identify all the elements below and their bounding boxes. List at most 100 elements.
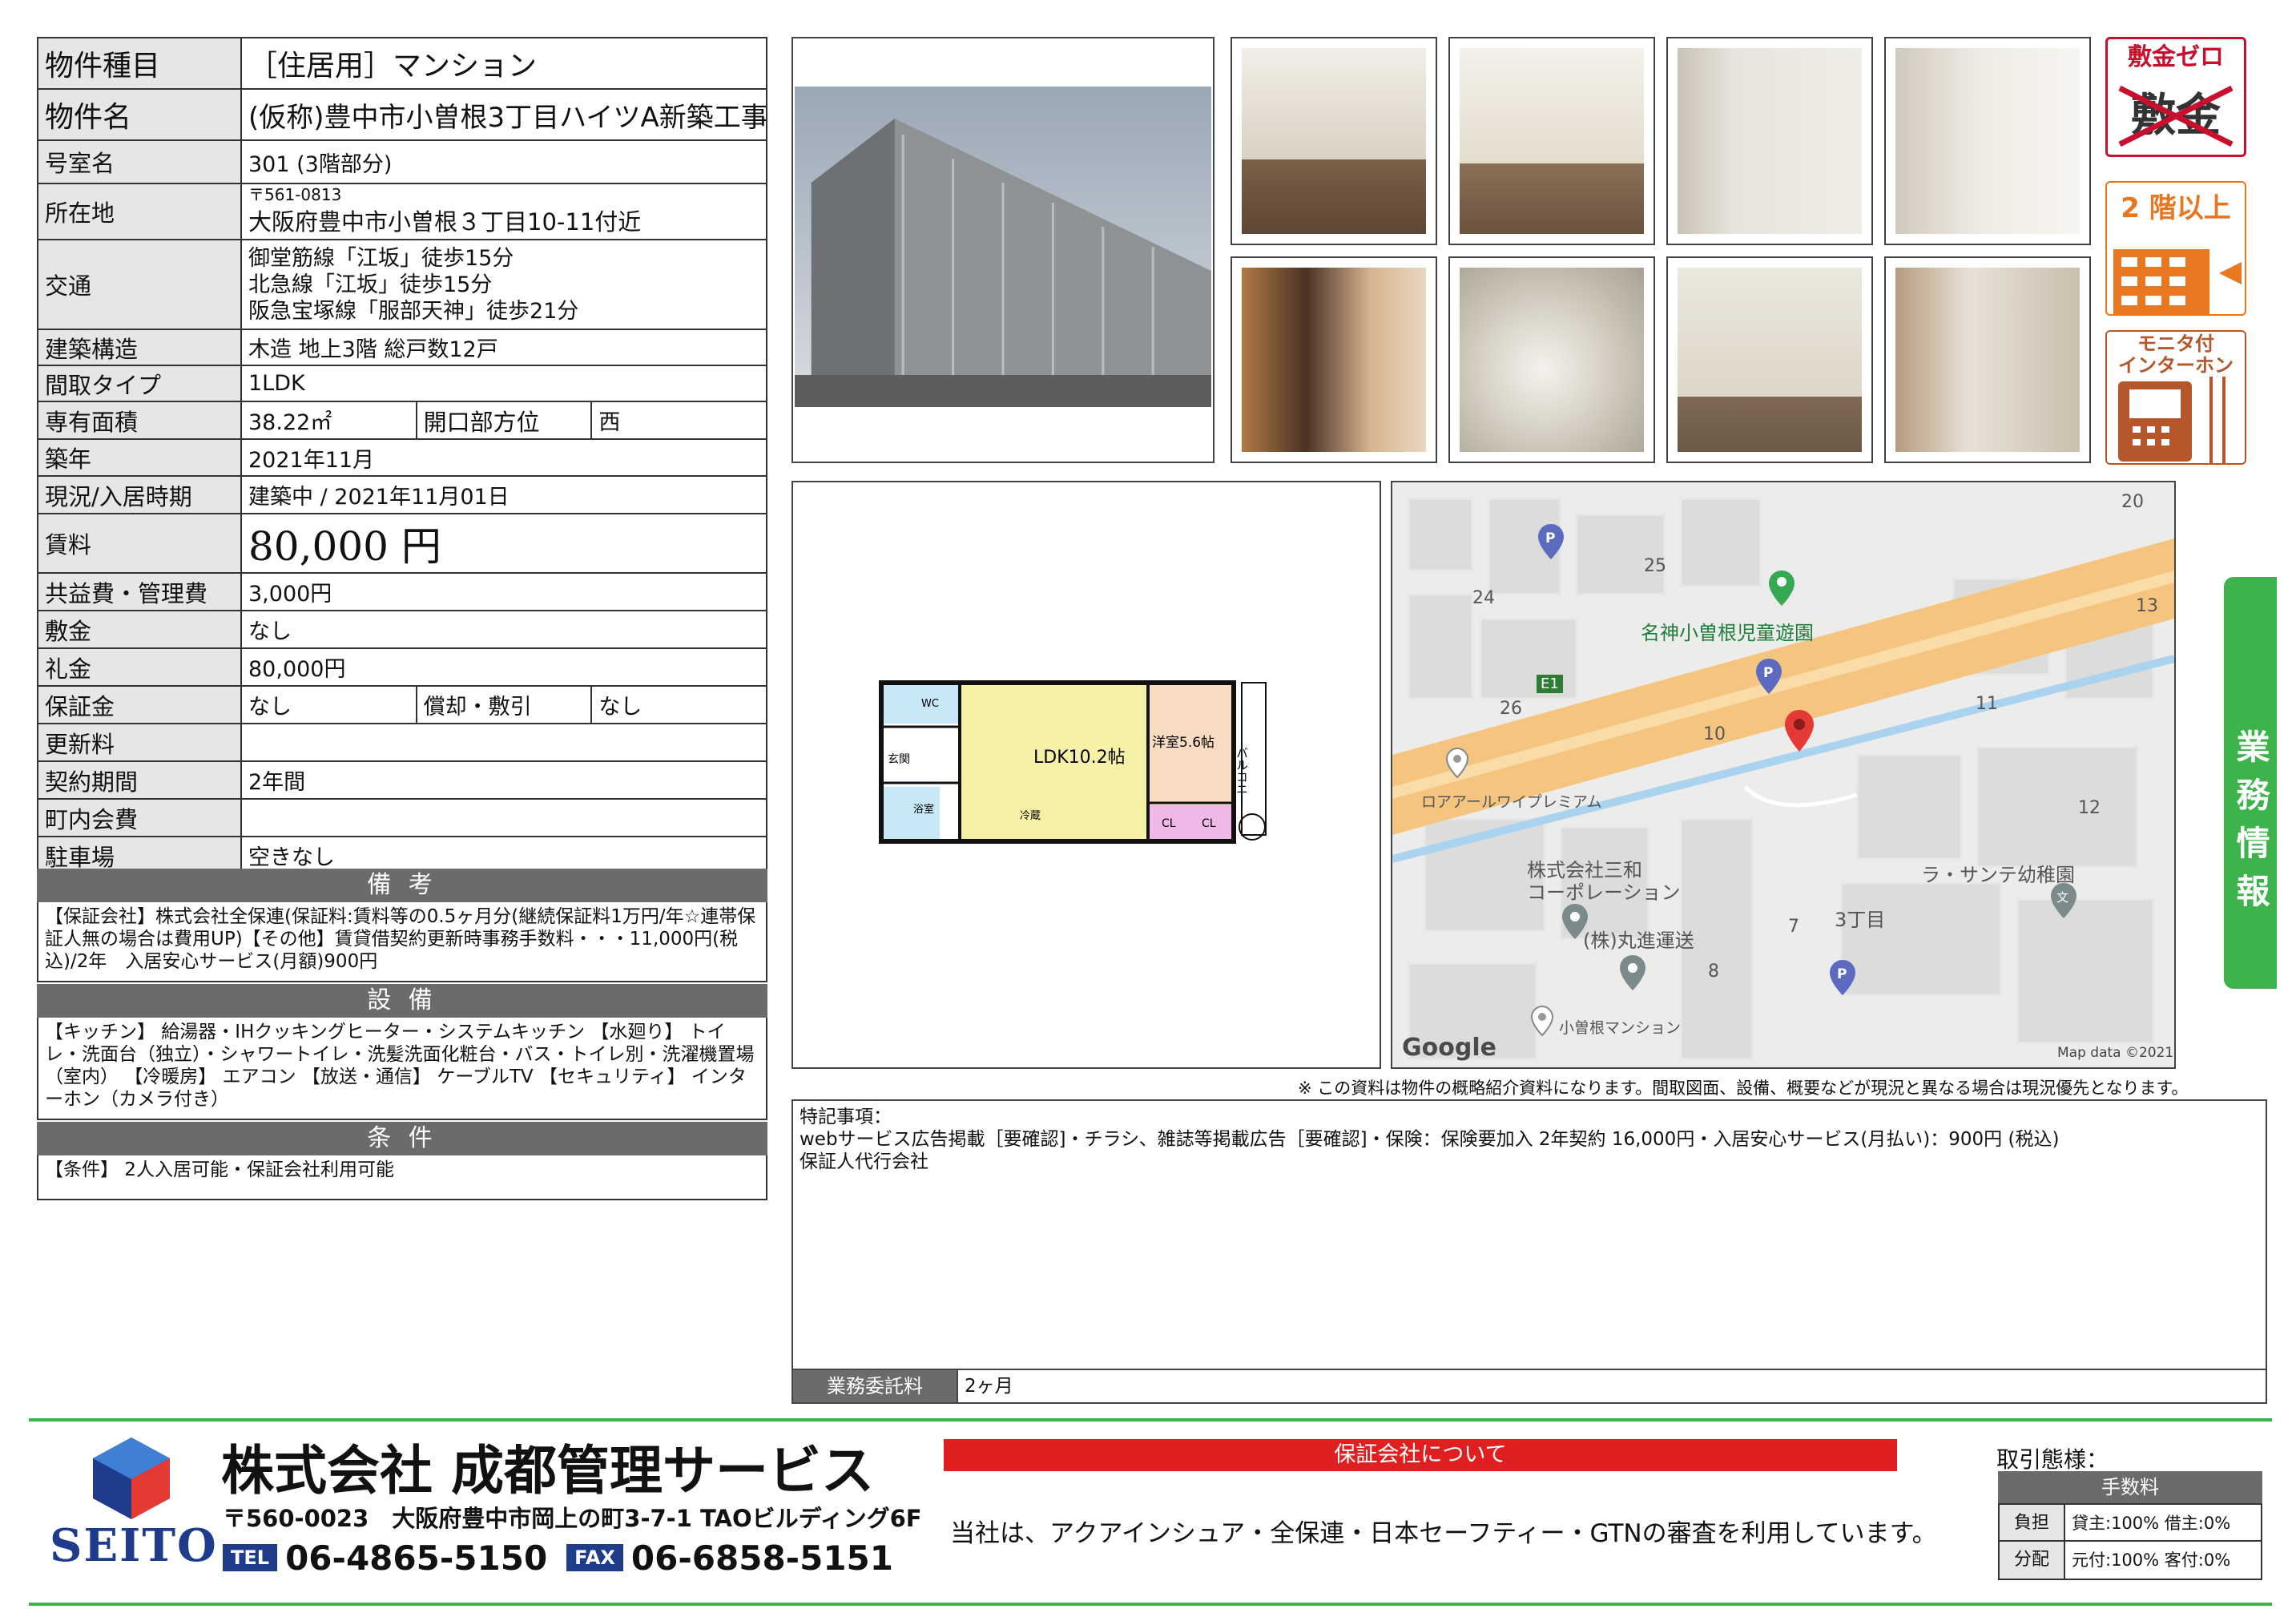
map-number: 25 <box>1644 556 1666 576</box>
intercom-text: モニタ付 インターホン <box>2118 333 2234 377</box>
commission-row: 業務委託料 2ヶ月 <box>792 1370 2267 1404</box>
structure-label: 建築構造 <box>37 329 242 366</box>
fee-value: 3,000円 <box>240 572 767 611</box>
commission-label: 業務委託料 <box>793 1370 957 1402</box>
map-data-credit: Map data ©2021 <box>2057 1045 2174 1061</box>
hallway-photo <box>1884 256 2091 463</box>
bath-label: 浴室 <box>913 803 934 816</box>
room-photo <box>1231 37 1437 245</box>
company-address: 〒560-0023 大阪府豊中市岡上の町3-7-1 TAOビルディング6F <box>223 1505 922 1532</box>
renewal-value <box>240 723 767 762</box>
toilet-photo <box>1448 256 1655 463</box>
parking-marker-icon[interactable]: P <box>1537 522 1565 561</box>
transport-line: 阪急宝塚線「服部天神」徒歩21分 <box>248 298 579 324</box>
transport-label: 交通 <box>37 239 242 330</box>
floor2-text: 2 階以上 <box>2121 192 2231 224</box>
side-tab[interactable]: 業務情報 <box>2224 577 2277 989</box>
community-label: 町内会費 <box>37 798 242 837</box>
map-label-loa: ロアアールワイプレミアム <box>1421 793 1602 811</box>
deposit-value: なし <box>240 610 767 649</box>
cross-icon <box>2118 85 2234 147</box>
place-marker-icon[interactable] <box>1618 954 1647 992</box>
transaction-table: 負担 貸主:100% 借主:0% 分配 元付:100% 客付:0% <box>1998 1503 2262 1580</box>
split-label: 分配 <box>2000 1542 2065 1579</box>
floorplan-drawing: LDK10.2帖 洋室5.6帖 CL CL 玄関 WC 浴室 冷蔵 バルコニー <box>879 680 1267 844</box>
western-label: 洋室5.6帖 <box>1152 735 1214 751</box>
direction-value: 西 <box>590 401 767 440</box>
cl-label: CL <box>1202 817 1216 830</box>
washroom-photo <box>1884 37 2091 245</box>
map-label-marushin: (株)丸進運送 <box>1583 929 1694 952</box>
area-label: 専有面積 <box>37 401 242 440</box>
map-number: 24 <box>1472 588 1495 608</box>
room-photo <box>1448 37 1655 245</box>
guarantee-label: 保証金 <box>37 685 242 724</box>
map-number: 13 <box>2136 596 2158 616</box>
type-label: 物件種目 <box>37 37 242 90</box>
deposit-zero-text: 敷金ゼロ <box>2128 43 2224 71</box>
address-label: 所在地 <box>37 183 242 240</box>
rent-value: 80,000 円 <box>240 513 767 574</box>
room-value: 301 (3階部分) <box>240 139 767 184</box>
disclaimer: ※ この資料は物件の概略紹介資料になります。間取図面、設備、概要などが現況と異な… <box>1298 1079 2189 1098</box>
park-marker-icon[interactable] <box>1767 569 1796 607</box>
transport-line: 御堂筋線「江坂」徒歩15分 <box>248 245 514 271</box>
floor2-badge: 2 階以上 <box>2105 181 2246 316</box>
map-number: 20 <box>2121 492 2144 512</box>
notes-box: 特記事項： webサービス広告掲載［要確認]・チラシ、雑誌等掲載広告［要確認]・… <box>792 1099 2267 1370</box>
company-logo-text: SEITO <box>50 1519 218 1572</box>
map-label-chome: 3丁目 <box>1835 909 1886 931</box>
school-marker-icon[interactable]: 文 <box>2049 881 2078 920</box>
parking-marker-icon[interactable]: P <box>1828 958 1857 997</box>
room-label: 号室名 <box>37 139 242 184</box>
notes-line: 保証人代行会社 <box>800 1151 928 1172</box>
fee-header: 手数料 <box>1998 1471 2262 1503</box>
transaction-title: 取引態様： <box>1996 1446 2109 1473</box>
guarantee-banner: 保証会社について <box>944 1439 1897 1471</box>
map-number: 12 <box>2078 798 2101 818</box>
remarks-body: 【保証会社】株式会社全保連(保証料:賃料等の0.5ヶ月分(継続保証料1万円/年☆… <box>37 902 767 982</box>
amort-value: なし <box>590 685 767 724</box>
layout-label: 間取タイプ <box>37 365 242 402</box>
company-logo-icon <box>90 1434 173 1522</box>
contract-value: 2年間 <box>240 760 767 800</box>
built-value: 2021年11月 <box>240 438 767 477</box>
address-value: 大阪府豊中市小曽根３丁目10-11付近 <box>248 208 642 236</box>
location-pin-icon[interactable] <box>1783 708 1815 753</box>
name-label: 物件名 <box>37 88 242 141</box>
place-marker-icon[interactable] <box>1445 747 1469 779</box>
amort-label: 償却・敷引 <box>415 685 593 724</box>
split-value: 元付:100% 客付:0% <box>2072 1550 2231 1570</box>
postal-code: 〒561-0813 <box>248 185 342 204</box>
area-value: 38.22㎡ <box>240 401 417 440</box>
svg-text:P: P <box>1545 530 1555 546</box>
map-number: 8 <box>1708 962 1719 982</box>
map-label-ozone: 小曽根マンション <box>1559 1019 1682 1037</box>
keymoney-value: 80,000円 <box>240 647 767 687</box>
burden-value: 貸主:100% 借主:0% <box>2065 1505 2262 1542</box>
bathroom-photo <box>1231 256 1437 463</box>
ldk-label: LDK10.2帖 <box>1033 748 1126 768</box>
remarks-header: 備 考 <box>37 869 767 902</box>
status-label: 現況/入居時期 <box>37 475 242 514</box>
transport-line: 北急線「江坂」徒歩15分 <box>248 272 493 297</box>
company-contact: TEL 06-4865-5150 FAX 06-6858-5151 <box>223 1538 893 1578</box>
company-name: 株式会社 成都管理サービス <box>221 1440 874 1502</box>
rent-label: 賃料 <box>37 513 242 574</box>
building-icon <box>2113 249 2242 314</box>
built-label: 築年 <box>37 438 242 477</box>
google-logo: Google <box>1402 1034 1496 1062</box>
type-value: ［住居用］マンション <box>240 37 767 90</box>
kitchen-photo <box>1666 37 1873 245</box>
layout-value: 1LDK <box>240 365 767 402</box>
community-value <box>240 798 767 837</box>
entrance-label: 玄関 <box>888 752 910 766</box>
entrance-photo <box>1666 256 1873 463</box>
map-panel[interactable]: P P P 文 名神小曽根児童遊園 E1 20 25 24 26 13 11 1… <box>1391 481 2176 1069</box>
place-marker-icon[interactable] <box>1530 1005 1554 1037</box>
balcony-label: バルコニー <box>1235 747 1249 807</box>
renewal-label: 更新料 <box>37 723 242 762</box>
parking-marker-icon[interactable]: P <box>1754 657 1783 696</box>
tel-number[interactable]: 06-4865-5150 <box>285 1538 547 1578</box>
conditions-body: 【条件】 2人入居可能・保証会社利用可能 <box>37 1155 767 1200</box>
